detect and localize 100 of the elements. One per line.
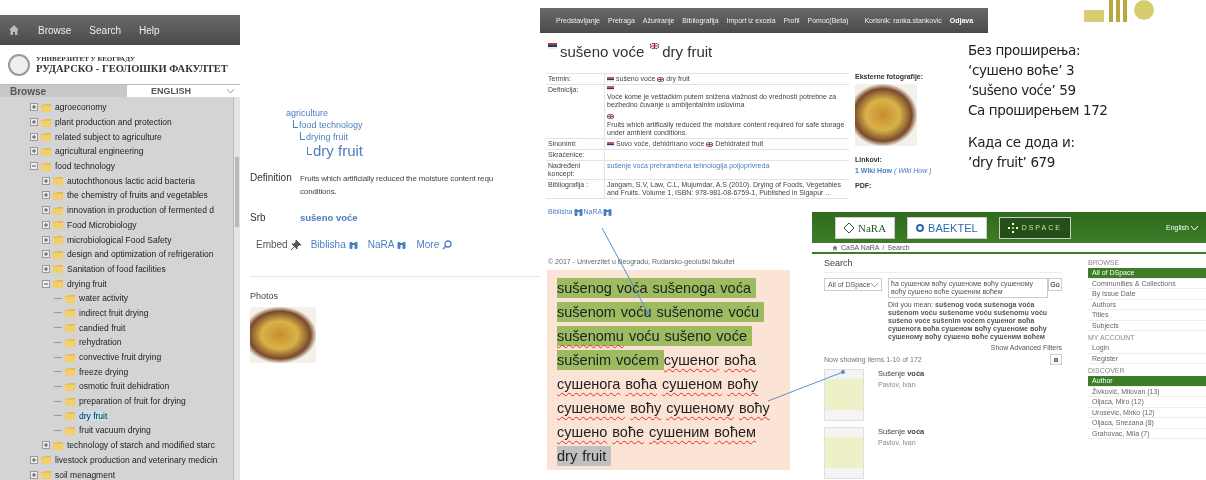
expand-toggle[interactable] bbox=[30, 103, 38, 112]
folder-icon bbox=[65, 293, 75, 303]
action-link[interactable]: NaRA bbox=[367, 239, 407, 250]
ring-icon bbox=[916, 223, 925, 232]
settings-button[interactable] bbox=[1050, 354, 1062, 365]
expand-toggle[interactable] bbox=[30, 470, 38, 479]
note-text: ’dry fruit’ 679 bbox=[968, 153, 1056, 172]
highlighted-word: sušenog bbox=[557, 278, 617, 298]
highlighted-word: воћу bbox=[727, 375, 760, 394]
tree-item[interactable]: livestock production and veterinary medicin bbox=[54, 454, 219, 465]
expand-toggle[interactable] bbox=[30, 132, 38, 141]
folder-icon bbox=[53, 205, 63, 215]
highlighted-word: voću bbox=[628, 326, 665, 346]
tree-item[interactable]: innovation in production of fermented d bbox=[66, 205, 215, 216]
folder-icon bbox=[65, 308, 75, 318]
collapse-toggle[interactable] bbox=[30, 162, 38, 171]
field-label: Srb bbox=[250, 212, 267, 223]
tree-item[interactable]: candied fruit bbox=[78, 322, 127, 333]
highlighted-word: voću bbox=[728, 302, 765, 322]
tree-item[interactable]: agricultural engineering bbox=[54, 146, 145, 157]
binoculars-icon bbox=[573, 207, 583, 216]
action-link[interactable]: Biblisha bbox=[310, 239, 358, 250]
highlighted-word: voću bbox=[620, 302, 657, 322]
menu-item[interactable]: Search bbox=[89, 24, 122, 36]
document-thumbnail[interactable] bbox=[824, 427, 864, 479]
breadcrumb-link[interactable]: food technology bbox=[293, 119, 363, 131]
tree-item[interactable]: convective fruit drying bbox=[78, 352, 163, 363]
action-link[interactable]: More bbox=[416, 239, 453, 250]
binoculars-icon bbox=[348, 240, 358, 249]
note-text: Без проширења: bbox=[968, 41, 1082, 60]
folder-icon bbox=[65, 367, 75, 377]
folder-icon bbox=[65, 396, 75, 406]
folder-icon bbox=[65, 352, 75, 362]
tree-item[interactable]: preparation of fruit for drying bbox=[78, 396, 187, 407]
flag-icon bbox=[650, 43, 660, 49]
expand-toggle[interactable] bbox=[42, 250, 50, 259]
highlighted-word: сушеног bbox=[663, 351, 721, 370]
highlighted-word: sušenim bbox=[557, 350, 616, 370]
tree-item[interactable]: Food Microbiology bbox=[66, 219, 138, 230]
action-link[interactable]: Embed bbox=[256, 239, 301, 250]
breadcrumb-link[interactable]: dry fruit bbox=[307, 143, 363, 158]
tree-item[interactable]: drying fruit bbox=[66, 278, 108, 289]
term-link[interactable]: sušeno voće bbox=[300, 212, 358, 223]
caret-icon bbox=[227, 89, 234, 93]
expand-toggle[interactable] bbox=[42, 191, 50, 200]
expand-toggle[interactable] bbox=[42, 176, 50, 185]
tree-item[interactable]: soil menagment bbox=[54, 469, 116, 480]
expand-toggle[interactable] bbox=[42, 441, 50, 450]
tree-item[interactable]: technology of starch and modified starc bbox=[66, 440, 216, 451]
definition-text: Fruits which artificially reduced the moisture content requ bbox=[300, 173, 494, 185]
expand-toggle[interactable] bbox=[42, 264, 50, 273]
breadcrumb-link[interactable]: drying fruit bbox=[300, 131, 349, 143]
highlighted-word: voće bbox=[716, 326, 752, 346]
language-select[interactable]: ENGLISH bbox=[127, 85, 240, 97]
scrollbar[interactable] bbox=[233, 97, 240, 480]
photo-placeholder bbox=[855, 84, 917, 146]
tree-item[interactable]: fruit vacuum drying bbox=[78, 425, 152, 436]
tree-item[interactable]: food technology bbox=[54, 161, 117, 172]
tree-item[interactable]: related subject to agriculture bbox=[54, 131, 163, 142]
expand-toggle[interactable] bbox=[42, 235, 50, 244]
tree-item[interactable]: microbiological Food Safety bbox=[66, 234, 173, 245]
expand-toggle[interactable] bbox=[30, 455, 38, 464]
folder-icon bbox=[65, 323, 75, 333]
binoculars-icon bbox=[603, 207, 613, 216]
note-text: ‘сушено воће’ 3 bbox=[968, 61, 1076, 80]
tree-item[interactable]: Sanitation of food facilities bbox=[66, 263, 167, 274]
home-icon[interactable] bbox=[832, 244, 838, 251]
tree-item[interactable]: water activity bbox=[78, 293, 130, 304]
folder-icon bbox=[53, 176, 63, 186]
flag-icon bbox=[657, 76, 665, 82]
tree-item[interactable]: dry fruit bbox=[78, 410, 109, 421]
flag-icon bbox=[548, 43, 557, 49]
document-thumbnail[interactable] bbox=[824, 369, 864, 421]
note-text: Са проширењем 172 bbox=[968, 101, 1108, 120]
folder-icon bbox=[41, 161, 51, 171]
tree-item[interactable]: osmotic fruit dehidration bbox=[78, 381, 171, 392]
expand-toggle[interactable] bbox=[42, 206, 50, 215]
expand-toggle[interactable] bbox=[30, 118, 38, 127]
tree-item[interactable]: design and optimization of refrigeration bbox=[66, 249, 215, 260]
menu-item[interactable]: Browse bbox=[38, 24, 72, 36]
collapse-toggle[interactable] bbox=[42, 279, 50, 288]
tree-item[interactable]: agroeconomy bbox=[54, 102, 108, 113]
photo-placeholder bbox=[250, 307, 316, 363]
tree-item[interactable]: plant production and protection bbox=[54, 117, 173, 128]
breadcrumb-link[interactable]: agriculture bbox=[286, 107, 329, 119]
tree-item[interactable]: the chemistry of fruits and vegetables bbox=[66, 190, 209, 201]
site-logo[interactable]: BAEKTEL bbox=[907, 216, 987, 239]
tree-item[interactable]: autochthonous lactic acid bacteria bbox=[66, 175, 197, 186]
note-text: Када се дода и: bbox=[968, 133, 1076, 152]
tree-item[interactable]: rehydration bbox=[78, 337, 123, 348]
highlighted-word: воћу bbox=[630, 399, 663, 418]
site-logo[interactable]: NaRA bbox=[835, 216, 896, 239]
tree-item[interactable]: indirect fruit drying bbox=[78, 307, 150, 318]
expand-toggle[interactable] bbox=[42, 220, 50, 229]
expand-toggle[interactable] bbox=[30, 147, 38, 156]
note-text: ‘sušeno voće’ 59 bbox=[968, 81, 1077, 100]
home-icon[interactable] bbox=[8, 24, 20, 36]
tree-item[interactable]: freeze drying bbox=[78, 366, 130, 377]
gear-icon bbox=[1053, 356, 1059, 363]
menu-item[interactable]: Help bbox=[139, 24, 160, 36]
